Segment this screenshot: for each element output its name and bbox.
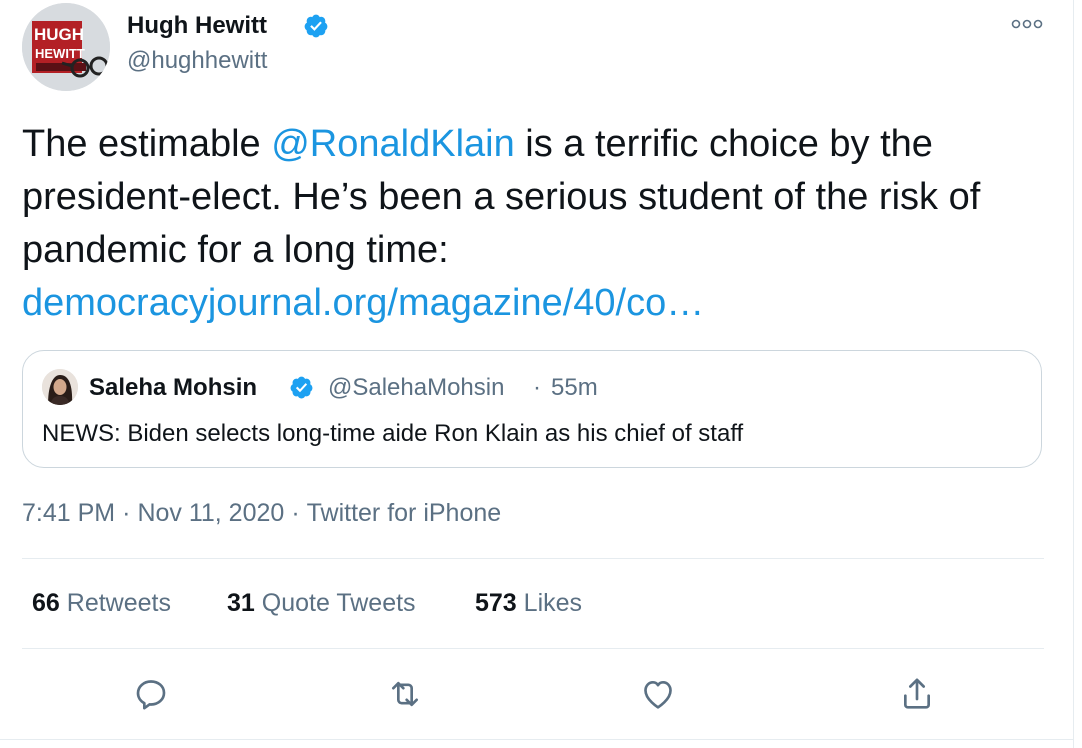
tweet-card: HUGH HEWITT Hugh Hewitt @hughhewitt The … (0, 0, 1074, 740)
tweet-meta: 7:41 PM · Nov 11, 2020 · Twitter for iPhone (22, 496, 501, 530)
panel-border (0, 739, 1074, 740)
author-avatar[interactable]: HUGH HEWITT (22, 3, 110, 91)
hugh-hewitt-logo: HUGH HEWITT (22, 3, 110, 91)
logo-text-line2: HEWITT (35, 46, 85, 61)
author-name[interactable]: Hugh Hewitt (127, 10, 267, 42)
quote-tweets-stat[interactable]: 31 Quote Tweets (227, 586, 416, 620)
mention-link[interactable]: @RonaldKlain (271, 123, 515, 165)
author-handle[interactable]: @hughhewitt (127, 45, 267, 77)
quoted-author-handle[interactable]: @SalehaMohsin (328, 373, 504, 403)
separator-dot: · (533, 374, 541, 401)
more-options-icon[interactable] (1010, 14, 1044, 34)
retweets-label: Retweets (66, 589, 171, 617)
likes-count: 573 (475, 589, 517, 617)
divider (22, 648, 1044, 649)
like-button[interactable] (638, 674, 678, 714)
verified-badge-icon (304, 14, 328, 38)
separator-dot: · (122, 499, 131, 527)
tweet-text-part1: The estimable (22, 123, 272, 165)
avatar-photo (42, 369, 78, 405)
retweet-button[interactable] (385, 674, 425, 714)
retweet-icon (392, 681, 418, 707)
quote-tweets-count: 31 (227, 589, 255, 617)
quote-tweets-label: Quote Tweets (261, 589, 416, 617)
reply-button[interactable] (131, 674, 171, 714)
tweet-source[interactable]: Twitter for iPhone (307, 499, 502, 527)
separator-dot: · (291, 499, 300, 527)
likes-stat[interactable]: 573 Likes (475, 586, 582, 620)
quoted-tweet-text: NEWS: Biden selects long-time aide Ron K… (42, 420, 744, 447)
retweets-count: 66 (32, 589, 60, 617)
share-button[interactable] (897, 674, 937, 714)
like-icon (644, 681, 672, 709)
tweet-time[interactable]: 7:41 PM (22, 499, 115, 527)
logo-text-line1: HUGH (34, 25, 84, 44)
divider (22, 558, 1044, 559)
reply-icon (136, 680, 166, 710)
article-link[interactable]: democracyjournal.org/magazine/40/co… (22, 282, 704, 324)
verified-badge-icon (290, 376, 313, 399)
likes-label: Likes (523, 589, 583, 617)
tweet-date[interactable]: Nov 11, 2020 (137, 499, 284, 527)
panel-border (1073, 0, 1074, 748)
quoted-tweet[interactable]: Saleha Mohsin @SalehaMohsin · 55m NEWS: … (22, 350, 1042, 468)
quoted-author-name[interactable]: Saleha Mohsin (89, 373, 257, 403)
quoted-tweet-time[interactable]: 55m (551, 373, 598, 403)
tweet-text: The estimable @RonaldKlain is a terrific… (22, 118, 1062, 330)
share-icon (904, 678, 930, 709)
quoted-author-avatar[interactable] (42, 369, 78, 405)
retweets-stat[interactable]: 66 Retweets (32, 586, 171, 620)
